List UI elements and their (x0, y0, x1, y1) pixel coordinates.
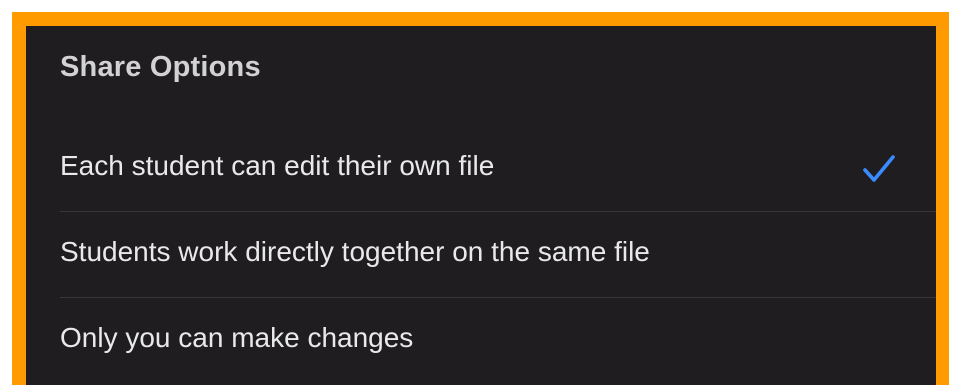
share-option-only-you[interactable]: Only you can make changes (26, 296, 936, 382)
highlight-frame: Share Options Each student can edit thei… (12, 12, 949, 385)
share-option-label: Only you can make changes (60, 322, 414, 353)
section-title: Share Options (60, 51, 261, 83)
checkmark-icon (863, 155, 895, 182)
share-option-work-together[interactable]: Students work directly together on the s… (26, 210, 936, 296)
share-options-panel: Share Options Each student can edit thei… (26, 26, 936, 385)
share-option-label: Students work directly together on the s… (60, 236, 650, 267)
share-option-each-student-edit[interactable]: Each student can edit their own file (26, 124, 936, 210)
share-option-label: Each student can edit their own file (60, 150, 495, 181)
